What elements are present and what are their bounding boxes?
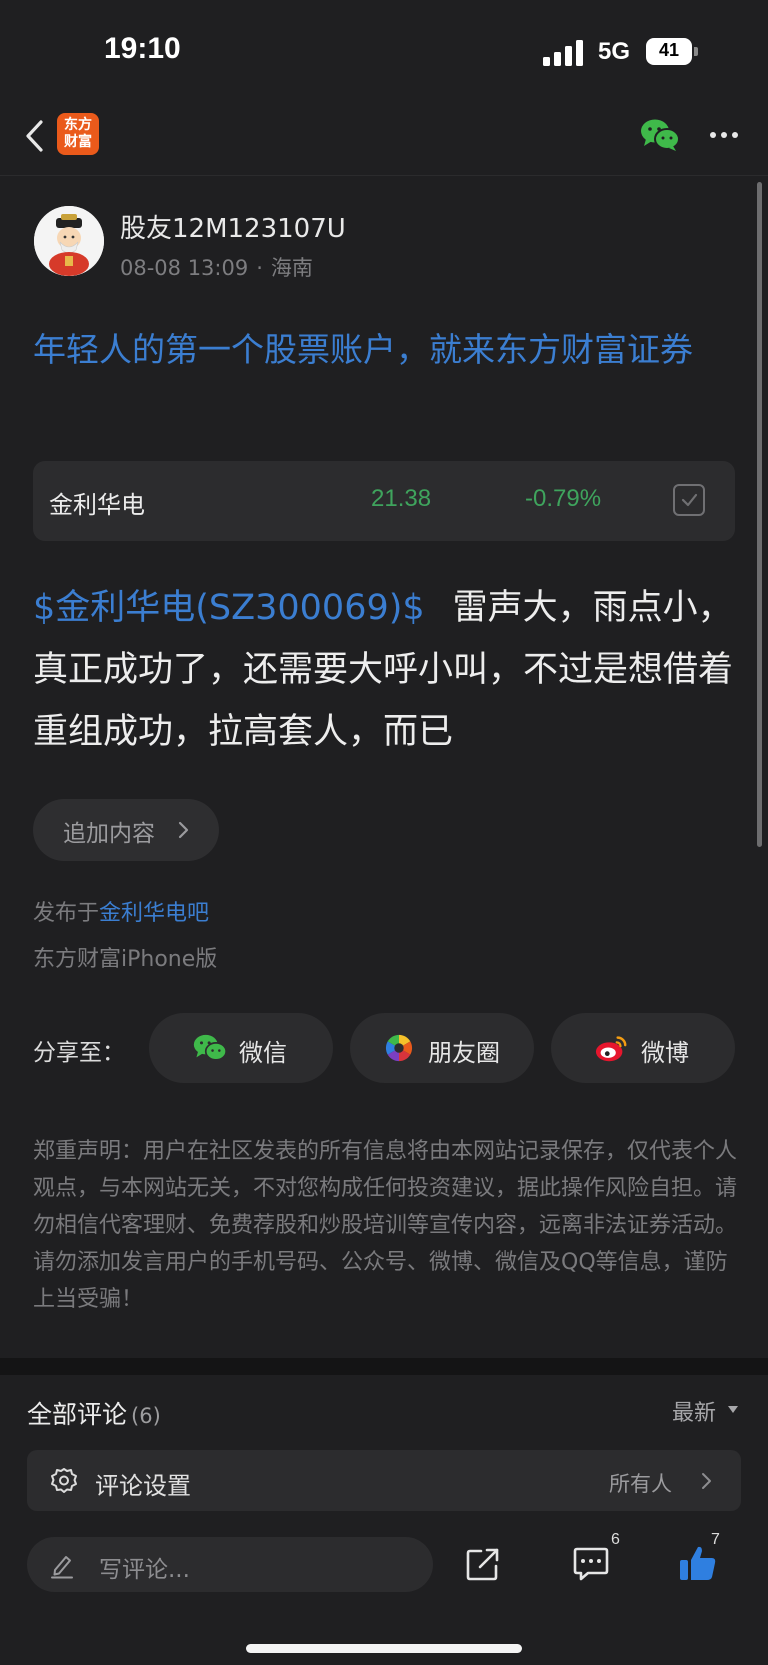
home-indicator[interactable] <box>246 1644 522 1653</box>
pen-icon <box>51 1556 73 1579</box>
post-meta: 08-08 13:09 · 海南 <box>120 252 313 282</box>
nav-bar: 东方 财富 <box>0 100 768 176</box>
comment-settings-value: 所有人 <box>609 1472 672 1496</box>
share-label: 分享至： <box>33 1040 125 1066</box>
thumbs-up-icon[interactable] <box>678 1543 718 1583</box>
wechat-icon[interactable] <box>640 118 680 152</box>
chevron-right-icon <box>178 821 189 839</box>
comments-title: 全部评论 (6) <box>27 1395 161 1431</box>
scrollbar[interactable] <box>757 182 762 847</box>
stock-change: -0.79% <box>525 485 602 512</box>
author-name[interactable]: 股友12M123107U <box>120 208 346 245</box>
forum-link[interactable]: 金利华电吧 <box>99 901 209 926</box>
moments-icon <box>385 1034 413 1062</box>
comments-section: 全部评论 (6) 最新 评论设置 所有人 写评论... 6 7 <box>0 1375 768 1665</box>
battery-level: 41 <box>658 40 680 60</box>
write-comment-placeholder: 写评论... <box>99 1557 190 1583</box>
published-in: 发布于金利华电吧 <box>33 895 209 927</box>
chevron-right-icon <box>702 1473 711 1489</box>
like-count-badge: 7 <box>711 1531 720 1548</box>
disclaimer: 郑重声明：用户在社区发表的所有信息将由本网站记录保存，仅代表个人观点，与本网站无… <box>33 1139 738 1312</box>
write-comment-input[interactable]: 写评论... <box>27 1537 433 1592</box>
more-dots-icon[interactable] <box>708 120 740 150</box>
share-moments-button[interactable]: 朋友圈 <box>350 1013 534 1083</box>
sort-dropdown[interactable]: 最新 <box>672 1395 716 1427</box>
append-content-button[interactable]: 追加内容 <box>33 799 219 861</box>
avatar[interactable] <box>34 206 104 276</box>
checkbox-icon[interactable] <box>673 484 705 516</box>
section-divider <box>0 1358 768 1375</box>
stock-tag-link[interactable]: $金利华电(SZ300069)$ <box>33 588 425 628</box>
post-location: 海南 <box>270 256 313 280</box>
status-bar: 19:10 5G 41 <box>0 0 768 100</box>
brand-logo-line1: 东方 <box>64 117 92 133</box>
battery-icon: 41 <box>646 38 698 65</box>
append-content-label: 追加内容 <box>63 821 155 847</box>
stock-name: 金利华电 <box>49 491 145 519</box>
comments-title-label: 全部评论 <box>27 1400 128 1429</box>
comment-count-badge: 6 <box>611 1531 620 1548</box>
client-source: 东方财富iPhone版 <box>33 947 218 972</box>
comments-count: (6) <box>131 1404 161 1428</box>
stock-card[interactable]: 金利华电 21.38 -0.79% <box>33 461 735 541</box>
signal-icon <box>543 40 583 66</box>
post-date: 08-08 13:09 <box>120 256 249 280</box>
wechat-icon <box>193 1034 227 1061</box>
share-weibo-label: 微博 <box>641 1039 689 1067</box>
comment-settings-row[interactable]: 评论设置 所有人 <box>27 1450 741 1511</box>
brand-logo-line2: 财富 <box>64 134 92 150</box>
share-icon[interactable] <box>466 1547 500 1581</box>
comment-icon[interactable] <box>572 1545 610 1583</box>
share-weibo-button[interactable]: 微博 <box>551 1013 735 1083</box>
comment-settings-label: 评论设置 <box>95 1472 191 1500</box>
stock-price: 21.38 <box>371 485 432 512</box>
post-body: $金利华电(SZ300069)$ 雷声大，雨点小，真正成功了，还需要大呼小叫，不过… <box>33 577 739 763</box>
caret-down-icon[interactable] <box>727 1405 739 1415</box>
gear-icon <box>51 1468 77 1493</box>
brand-logo[interactable]: 东方 财富 <box>57 113 99 155</box>
status-time: 19:10 <box>104 32 181 65</box>
share-moments-label: 朋友圈 <box>428 1039 500 1067</box>
promo-title[interactable]: 年轻人的第一个股票账户，就来东方财富证券 <box>33 322 733 378</box>
weibo-icon <box>595 1036 627 1062</box>
share-wechat-button[interactable]: 微信 <box>149 1013 333 1083</box>
meta-separator: · <box>256 256 263 280</box>
chevron-left-icon[interactable] <box>20 116 50 156</box>
published-prefix: 发布于 <box>33 901 100 926</box>
avatar-image <box>34 206 104 276</box>
share-wechat-label: 微信 <box>239 1039 287 1067</box>
network-type: 5G <box>598 38 631 65</box>
